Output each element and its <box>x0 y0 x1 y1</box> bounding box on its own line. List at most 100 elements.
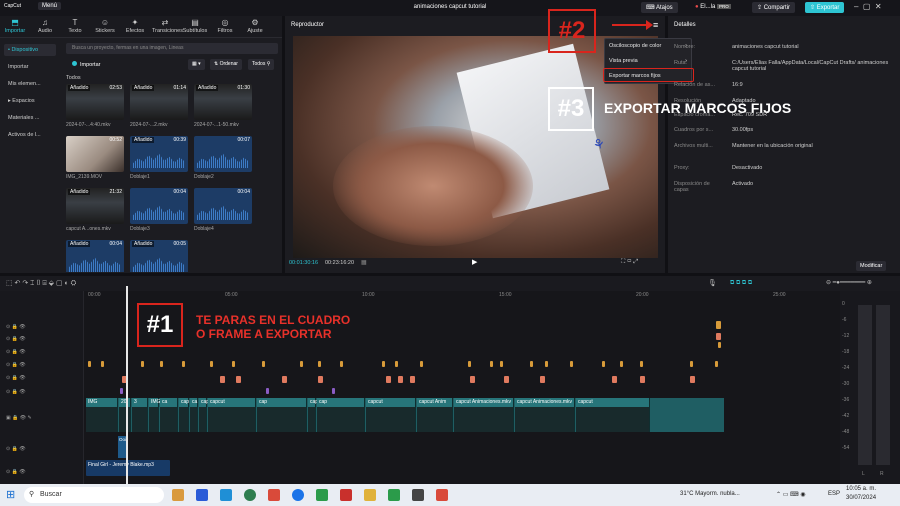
video-clip[interactable]: capcut <box>208 398 256 432</box>
video-clip[interactable]: capcut Animaciones.mkv <box>515 398 575 432</box>
overlay-clip[interactable]: Ooi <box>118 436 126 458</box>
timeline-marker[interactable] <box>386 376 391 383</box>
link-icons[interactable]: ⧉ ⧉ ⧉ ⧉ <box>730 280 752 287</box>
timeline-marker[interactable] <box>540 376 545 383</box>
timeline-marker[interactable] <box>210 361 213 367</box>
taskbar-app-icon[interactable] <box>292 489 304 501</box>
taskbar-app-icon[interactable] <box>244 489 256 501</box>
timeline-marker[interactable] <box>690 376 695 383</box>
timeline-marker[interactable] <box>395 361 398 367</box>
track-controls[interactable]: ⊙ 🔒 👁 <box>6 446 26 452</box>
taskbar-search[interactable]: ⚲ Buscar <box>24 487 164 503</box>
timeline-marker[interactable] <box>300 361 303 367</box>
media-thumbnail[interactable]: 00:07 <box>194 136 252 172</box>
timeline-marker[interactable] <box>332 388 335 394</box>
tab-3[interactable]: ☺ Stickers <box>92 18 118 34</box>
media-thumbnail[interactable]: Añadido 21:32 <box>66 188 124 224</box>
timeline-marker[interactable] <box>220 376 225 383</box>
timeline-marker[interactable] <box>602 361 605 367</box>
timeline-marker[interactable] <box>530 361 533 367</box>
fit-icon[interactable]: ⛶ ▭ ⤢ <box>621 259 638 266</box>
timeline-marker[interactable] <box>141 361 144 367</box>
track-controls[interactable]: ⊙ 🔒 👁 <box>6 349 26 355</box>
audio-track[interactable]: Final Girl - Jeremy Blake.mp3 <box>86 460 170 476</box>
playhead[interactable] <box>126 286 128 486</box>
video-clip[interactable]: cap <box>317 398 365 432</box>
tab-7[interactable]: ◎ Filtros <box>212 18 238 34</box>
clock-time[interactable]: 10:05 a. m. <box>846 486 876 492</box>
track-controls[interactable]: ⊙ 🔒 👁 <box>6 375 26 381</box>
timeline-marker[interactable] <box>716 333 721 340</box>
video-clip[interactable]: capcut <box>366 398 416 432</box>
video-clip[interactable]: IMG <box>149 398 160 432</box>
play-button[interactable]: ▶ <box>472 258 477 266</box>
timeline-marker[interactable] <box>620 361 623 367</box>
sidenav-item[interactable]: Materiales ... <box>4 112 56 124</box>
timeline-marker[interactable] <box>612 376 617 383</box>
taskbar-app-icon[interactable] <box>436 489 448 501</box>
tab-4[interactable]: ✦ Efectos <box>122 18 148 34</box>
video-clip[interactable]: capcut <box>199 398 216 432</box>
timeline-marker[interactable] <box>640 361 643 367</box>
video-clip[interactable]: cap <box>257 398 307 432</box>
timeline-marker[interactable] <box>266 388 269 394</box>
sort-button[interactable]: ⇅ Ordenar <box>210 59 242 70</box>
media-thumbnail[interactable]: 00:04 <box>130 188 188 224</box>
timeline-marker[interactable] <box>160 361 163 367</box>
taskbar-app-icon[interactable] <box>340 489 352 501</box>
media-thumbnail[interactable]: 00:52 <box>66 136 124 172</box>
video-clip[interactable]: capcut <box>308 398 325 432</box>
track-controls[interactable]: ⊙ 🔒 👁 <box>6 336 26 342</box>
shortcuts-button[interactable]: ⌨ Atajos <box>641 2 678 13</box>
timeline-marker[interactable] <box>500 361 503 367</box>
sidenav-item[interactable]: • Dispositivo <box>4 44 56 56</box>
user-account[interactable]: ● El...la PRO <box>690 2 736 13</box>
timeline-marker[interactable] <box>410 376 415 383</box>
timeline-marker[interactable] <box>420 361 423 367</box>
taskbar-app-icon[interactable] <box>316 489 328 501</box>
video-clip[interactable]: cap <box>179 398 189 432</box>
taskbar-app-icon[interactable] <box>220 489 232 501</box>
windows-start-icon[interactable]: ⊞ <box>6 488 15 501</box>
tab-0[interactable]: ⬒ Importar <box>2 18 28 34</box>
timeline-marker[interactable] <box>490 361 493 367</box>
sidenav-item[interactable]: ▸ Espacios <box>4 95 56 107</box>
window-controls[interactable]: – ▢ ✕ <box>854 2 882 11</box>
taskbar-app-icon[interactable] <box>364 489 376 501</box>
timeline-marker[interactable] <box>262 361 265 367</box>
timeline-marker[interactable] <box>101 361 104 367</box>
filter-all-button[interactable]: Todos ⚲ <box>248 59 275 70</box>
tab-8[interactable]: ⚙ Ajuste <box>242 18 268 34</box>
weather-widget[interactable]: 31°C Mayorm. nubla... <box>680 491 740 497</box>
tab-6[interactable]: ▤ Subtítulos <box>182 18 208 34</box>
mic-icon[interactable]: 🎙 <box>708 279 717 287</box>
video-clip[interactable]: ca <box>160 398 178 432</box>
media-thumbnail[interactable]: Añadido 00:05 <box>130 240 188 272</box>
timeline-marker[interactable] <box>398 376 403 383</box>
media-search-input[interactable]: Busca un proyecto, fermas en una imagen,… <box>66 43 278 54</box>
video-track[interactable]: IMG203IMGcacapcacapcutcapcutcapcapcutcap… <box>86 398 724 432</box>
timeline-marker[interactable] <box>318 361 321 367</box>
track-controls[interactable]: ⊙ 🔒 👁 <box>6 324 26 330</box>
grid-icon[interactable]: ▦ <box>361 259 367 266</box>
timeline-marker[interactable] <box>715 361 718 367</box>
track-controls[interactable]: ▣ 🔒 👁 ✎ <box>6 415 32 421</box>
timeline-marker[interactable] <box>282 376 287 383</box>
tab-1[interactable]: ♫ Audio <box>32 18 58 34</box>
media-thumbnail[interactable]: Añadido 02:53 <box>66 84 124 120</box>
video-clip[interactable]: IMG <box>86 398 118 432</box>
video-clip[interactable]: capcut <box>576 398 650 432</box>
video-clip[interactable]: 20 <box>119 398 131 432</box>
taskbar-app-icon[interactable] <box>268 489 280 501</box>
taskbar-app-icon[interactable] <box>172 489 184 501</box>
timeline-marker[interactable] <box>340 361 343 367</box>
zoom-slider[interactable]: ⊖ ━●━━━━━━━ ⊕ <box>826 279 872 286</box>
timeline-marker[interactable] <box>716 321 721 329</box>
timeline-marker[interactable] <box>182 361 185 367</box>
track-controls[interactable]: ⊙ 🔒 👁 <box>6 362 26 368</box>
modify-button[interactable]: Modificar <box>856 261 887 271</box>
timeline-marker[interactable] <box>718 342 721 348</box>
sidenav-item[interactable]: Activos de l... <box>4 129 56 141</box>
view-toggle-button[interactable]: ▦ ▾ <box>188 59 205 70</box>
track-controls[interactable]: ⊙ 🔒 👁 <box>6 469 26 475</box>
